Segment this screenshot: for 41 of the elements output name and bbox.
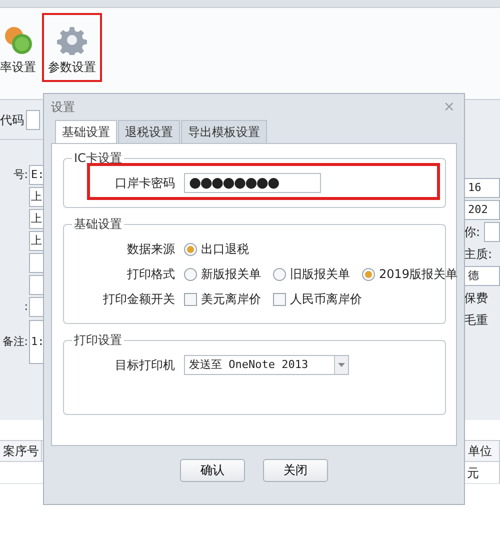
radio-option[interactable]: 新版报关单 [184, 265, 261, 283]
column-header: 案序号 [0, 441, 42, 461]
checkbox-option[interactable]: 人民币离岸价 [273, 290, 362, 308]
radio-option[interactable]: 旧版报关单 [273, 265, 350, 283]
field-label: 保费 [464, 290, 488, 307]
dialog-button[interactable]: 确认 [180, 458, 245, 482]
field-label: 你: [464, 224, 480, 241]
caret-icon [338, 363, 345, 367]
dialog-button[interactable]: 关闭 [263, 458, 328, 482]
input-field[interactable] [484, 222, 500, 242]
field-label: 主质: [464, 246, 492, 263]
tab[interactable]: 基础设置 [55, 120, 117, 143]
printer-dropdown[interactable]: 发送至 OneNote 2013 [184, 355, 349, 375]
tab[interactable]: 导出模板设置 [181, 120, 267, 143]
dropdown-value: 发送至 OneNote 2013 [189, 356, 308, 373]
input-field[interactable]: 德 [464, 266, 500, 286]
password-field[interactable]: ●●●●●●●● [184, 173, 321, 193]
tab[interactable]: 退税设置 [118, 120, 180, 143]
field-label: 口岸卡密码 [114, 175, 175, 192]
radio-option[interactable]: 出口退税 [184, 240, 249, 258]
input-field[interactable]: 202 [464, 200, 500, 220]
coins-icon [3, 25, 33, 55]
group-title: 打印设置 [72, 332, 124, 348]
field-label: 打印金额开关 [102, 291, 175, 308]
field-label: 毛重 [464, 312, 488, 329]
radio-option[interactable]: 2019版报关单 [362, 265, 458, 283]
ribbon-button[interactable]: 参数设置 [42, 13, 102, 82]
group-title: 基础设置 [72, 216, 124, 232]
ribbon-button[interactable]: 率设置 [0, 13, 42, 82]
dialog-title: 设置 [51, 99, 75, 116]
field-label: 打印格式 [126, 266, 175, 283]
checkbox-option[interactable]: 美元离岸价 [184, 290, 261, 308]
input-field[interactable] [26, 110, 40, 130]
field-label: : [24, 298, 28, 315]
field-label: 数据来源 [126, 241, 175, 258]
field-label: 备注: [2, 334, 28, 350]
input-field[interactable]: 16 [464, 178, 500, 198]
field-label: 代码 [0, 112, 24, 128]
field-label: 号: [13, 166, 28, 183]
gear-icon [57, 25, 87, 55]
field-label: 目标打印机 [114, 357, 175, 374]
